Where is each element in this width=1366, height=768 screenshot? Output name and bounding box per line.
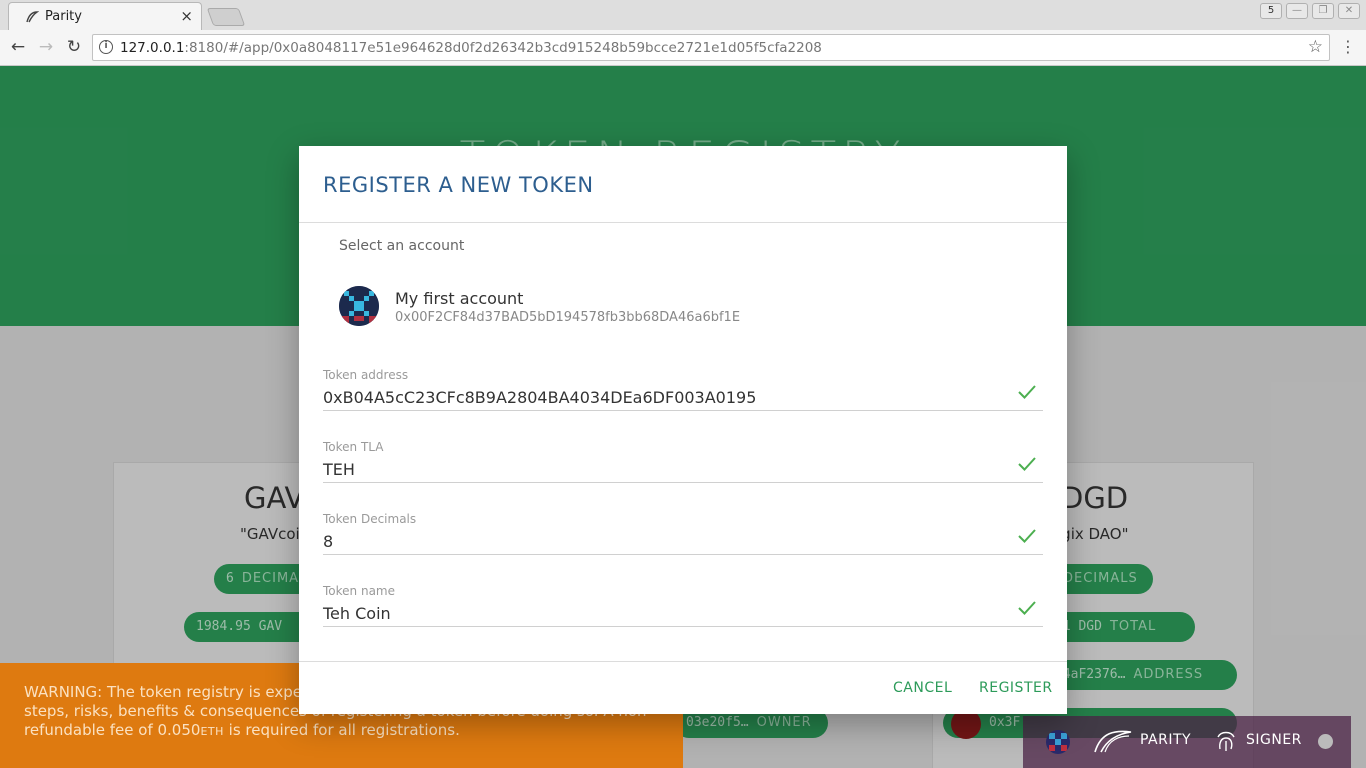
fingerprint-icon[interactable]	[1215, 729, 1237, 759]
new-tab-button[interactable]	[206, 8, 246, 26]
check-icon	[1018, 385, 1036, 399]
browser-tab[interactable]: Parity ×	[8, 2, 202, 30]
tab-close-icon[interactable]: ×	[180, 7, 193, 25]
reload-icon[interactable]: ↻	[64, 37, 84, 57]
forward-icon[interactable]: →	[36, 37, 56, 57]
url-text: 127.0.0.1:8180/#/app/0x0a8048117e51e9646…	[120, 40, 822, 56]
token-name-input[interactable]: Teh Coin	[323, 604, 391, 623]
parity-favicon-icon	[25, 10, 40, 24]
signer-label[interactable]: SIGNER	[1246, 732, 1302, 748]
token-address-input[interactable]: 0xB04A5cC23CFc8B9A2804BA4034DEa6DF003A01…	[323, 388, 756, 407]
identity-avatar[interactable]	[1046, 730, 1070, 754]
token-name-field[interactable]: Token name Teh Coin	[323, 584, 1043, 652]
back-icon[interactable]: ←	[8, 37, 28, 57]
browser-tabbar: Parity × 5 — ❐ ✕	[0, 0, 1366, 30]
check-icon	[1018, 529, 1036, 543]
window-controls: 5 — ❐ ✕	[1260, 3, 1360, 19]
info-icon[interactable]: i	[99, 40, 113, 54]
token-decimals-input[interactable]: 8	[323, 532, 333, 551]
account-address: 0x00F2CF84d37BAD5bD194578fb3bb68DA46a6bf…	[395, 310, 741, 325]
account-name[interactable]: My first account	[395, 289, 523, 308]
browser-toolbar: ← → ↻ i 127.0.0.1:8180/#/app/0x0a8048117…	[0, 30, 1366, 66]
field-label: Token name	[323, 584, 395, 598]
parity-logo-icon[interactable]	[1093, 728, 1133, 760]
warning-line-3: refundable fee of 0.050ETH is required f…	[24, 721, 460, 739]
status-indicator	[1318, 734, 1333, 749]
parity-status-bar: PARITY SIGNER	[1023, 716, 1351, 768]
dialog-header-divider	[299, 222, 1067, 223]
bookmark-star-icon[interactable]: ☆	[1308, 37, 1323, 57]
field-label: Token address	[323, 368, 409, 382]
dialog-footer-divider	[299, 661, 1067, 662]
extension-icon[interactable]: 5	[1260, 3, 1282, 19]
token-tla-input[interactable]: TEH	[323, 460, 355, 479]
close-window-icon[interactable]: ✕	[1338, 3, 1360, 19]
check-icon	[1018, 601, 1036, 615]
field-label: Token Decimals	[323, 512, 417, 526]
dialog-title: REGISTER A NEW TOKEN	[323, 173, 594, 197]
account-avatar[interactable]	[339, 286, 379, 326]
token-decimals-field[interactable]: Token Decimals 8	[323, 512, 1043, 580]
token-address-field[interactable]: Token address 0xB04A5cC23CFc8B9A2804BA40…	[323, 368, 1043, 436]
register-token-dialog: REGISTER A NEW TOKEN Select an account M…	[299, 146, 1067, 714]
address-bar[interactable]: i 127.0.0.1:8180/#/app/0x0a8048117e51e96…	[92, 34, 1330, 61]
maximize-icon[interactable]: ❐	[1312, 3, 1334, 19]
parity-label[interactable]: PARITY	[1140, 732, 1191, 748]
token-tla-field[interactable]: Token TLA TEH	[323, 440, 1043, 508]
minimize-icon[interactable]: —	[1286, 3, 1308, 19]
select-account-label: Select an account	[339, 238, 465, 254]
field-label: Token TLA	[323, 440, 384, 454]
cancel-button[interactable]: CANCEL	[893, 680, 952, 696]
register-button[interactable]: REGISTER	[979, 680, 1053, 696]
tab-title: Parity	[45, 9, 82, 24]
check-icon	[1018, 457, 1036, 471]
browser-menu-icon[interactable]: ⋮	[1340, 37, 1356, 56]
